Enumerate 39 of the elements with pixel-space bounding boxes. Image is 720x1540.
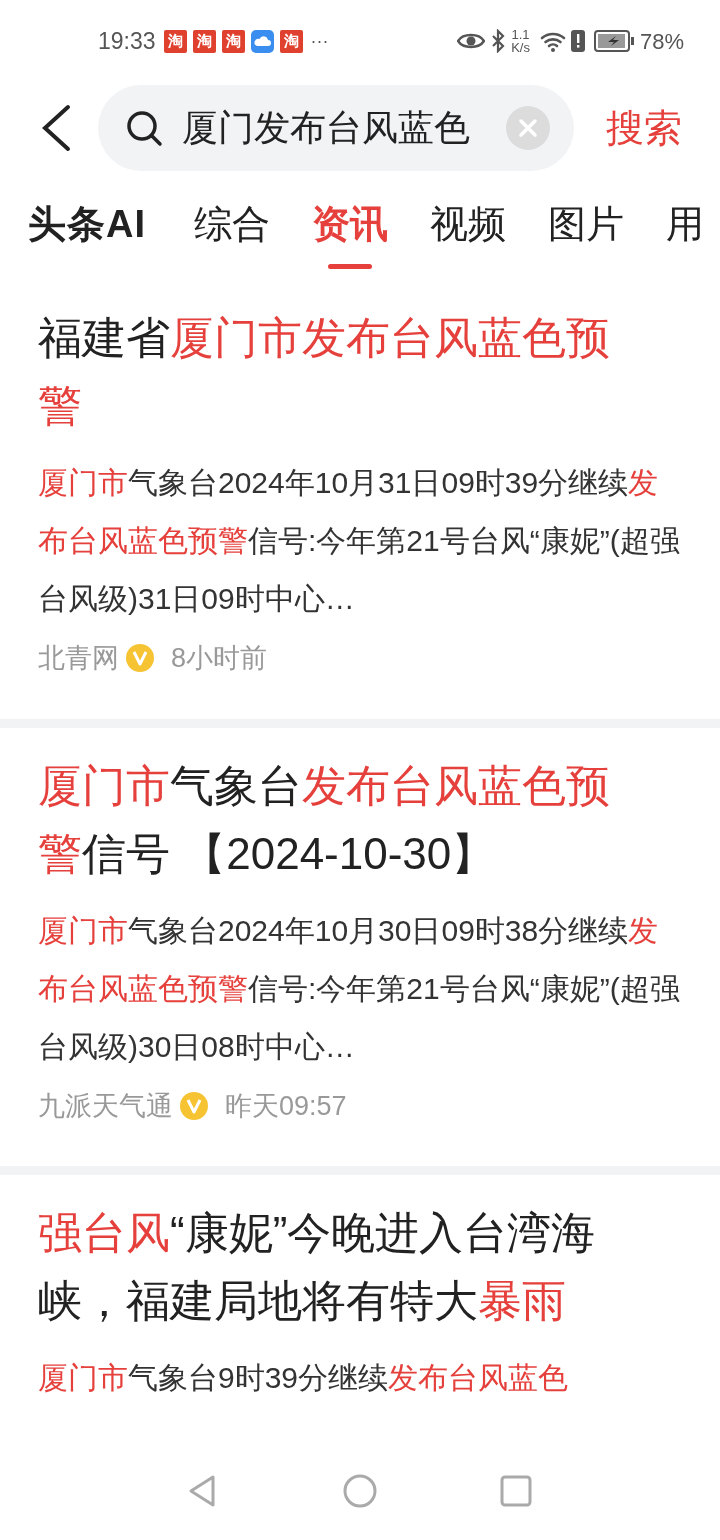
more-notifications: ··· — [310, 29, 329, 53]
status-time: 19:33 — [98, 26, 156, 56]
search-button[interactable]: 搜索 — [606, 99, 682, 157]
battery-percentage: 78% — [639, 27, 684, 56]
recents-button[interactable] — [498, 1473, 534, 1509]
article-title[interactable]: 强台风“康妮”今晚进入台湾海峡，福建局地将有特大暴雨 — [38, 1199, 650, 1335]
source-name: 北青网 — [38, 642, 119, 675]
tab[interactable]: 视频 — [430, 196, 506, 266]
wifi-icon — [539, 30, 568, 52]
cloud-icon — [250, 29, 274, 53]
tab-underline — [328, 264, 372, 269]
notification-icon: 淘 — [279, 29, 303, 53]
publish-time: 昨天09:57 — [225, 1089, 347, 1123]
notification-icon: 淘 — [163, 29, 187, 53]
tab[interactable]: 资讯 — [312, 196, 388, 266]
tab[interactable]: 综合 — [194, 196, 270, 266]
source-name: 九派天气通 — [38, 1089, 173, 1123]
article-title[interactable]: 福建省厦门市发布台风蓝色预警 — [38, 304, 650, 440]
article-snippet: 厦门市气象台9时39分继续发布台风蓝色 — [38, 1360, 570, 1396]
notification-icon: 淘 — [221, 29, 245, 53]
search-icon — [124, 108, 164, 148]
network-speed-unit: K/s — [511, 41, 530, 54]
search-field[interactable]: 厦门发布台风蓝色 — [98, 85, 574, 171]
bluetooth-icon — [491, 29, 506, 53]
home-button[interactable] — [342, 1473, 378, 1509]
clear-button[interactable] — [506, 106, 550, 150]
article-title[interactable]: 厦门市气象台发布台风蓝色预警信号 【2024-10-30】 — [38, 751, 650, 888]
publish-time: 8小时前 — [171, 642, 268, 675]
article-snippet: 厦门市气象台2024年10月31日09时39分继续发布台风蓝色预警信号:今年第21号台风“康妮”(超强台风级)31日09时中心… — [38, 465, 681, 617]
notification-icon: 淘 — [192, 29, 216, 53]
network-speed: 1.1 — [511, 28, 530, 41]
sim-alert-icon — [569, 29, 586, 53]
tab[interactable]: 用 — [666, 196, 704, 266]
article-snippet: 厦门市气象台2024年10月30日09时38分继续发布台风蓝色预警信号:今年第21号台风“康妮”(超强台风级)30日08时中心… — [38, 912, 681, 1065]
close-icon — [518, 118, 538, 138]
tab[interactable]: 图片 — [548, 196, 624, 266]
battery-icon — [593, 30, 634, 52]
ai-tab[interactable]: 头条AI — [28, 196, 146, 266]
eye-icon — [457, 32, 486, 50]
